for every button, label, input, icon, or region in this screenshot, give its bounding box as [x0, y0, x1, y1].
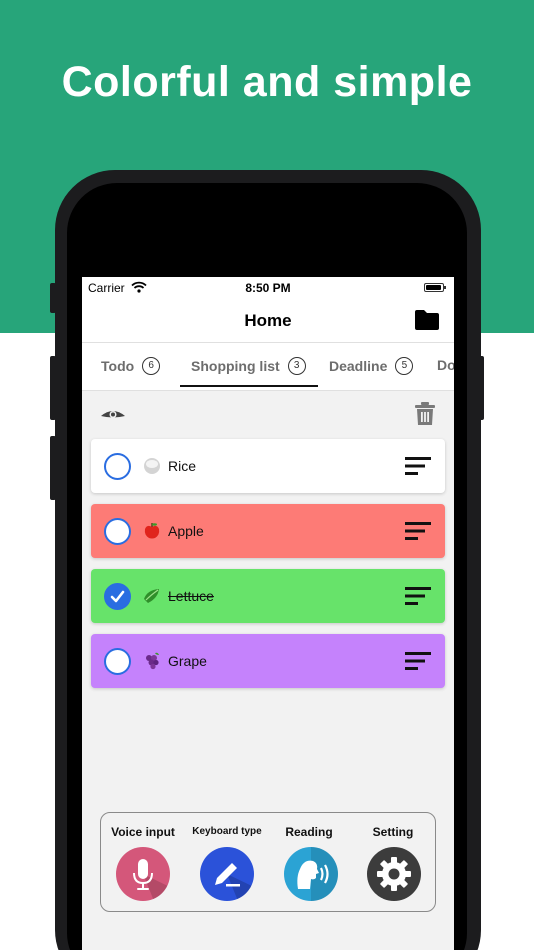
power-button [478, 356, 484, 420]
volume-down-button [50, 436, 56, 500]
reorder-icon[interactable] [405, 586, 431, 606]
tab-count-badge: 6 [142, 357, 161, 375]
speaking-head-icon [297, 847, 338, 901]
clock: 8:50 PM [245, 281, 291, 295]
navigation-bar: Home [82, 299, 454, 343]
volume-up-button [50, 356, 56, 420]
setting-label: Setting [372, 825, 414, 839]
setting-button[interactable] [367, 847, 421, 901]
list-item-apple[interactable]: Apple [91, 504, 445, 558]
list-item-grape[interactable]: Grape [91, 634, 445, 688]
checkbox[interactable] [104, 518, 131, 545]
tab-label: Do [437, 357, 454, 373]
battery-icon [424, 283, 446, 292]
page-title: Home [244, 311, 292, 330]
status-bar: Carrier 8:50 PM [82, 277, 454, 299]
voice-input-button[interactable] [116, 847, 170, 901]
trash-icon[interactable] [415, 402, 435, 426]
gear-icon [377, 857, 411, 891]
item-label: Apple [168, 523, 204, 539]
microphone-icon [133, 859, 170, 901]
pen-icon [215, 863, 254, 901]
checkmark-icon [110, 590, 125, 603]
tab-label: Todo [101, 358, 135, 374]
app-screen: Carrier 8:50 PM Home Todo 6 Shopping lis… [82, 277, 454, 950]
item-label: Rice [168, 458, 197, 474]
tab-todo[interactable]: Todo 6 [101, 357, 161, 375]
input-mode-panel: Voice input Keyboard type Reading Settin… [100, 812, 436, 912]
list-item-lettuce[interactable]: Lettuce [91, 569, 445, 623]
folder-icon[interactable] [414, 309, 440, 331]
item-label: Grape [168, 653, 207, 669]
tab-bar: Todo 6 Shopping list 3 Deadline 5 Do [82, 343, 454, 391]
lettuce-icon [144, 589, 159, 603]
tab-do[interactable]: Do [437, 357, 454, 373]
apple-icon [144, 523, 160, 539]
checkbox[interactable] [104, 648, 131, 675]
tab-label: Deadline [329, 358, 388, 374]
tab-label: Shopping list [191, 358, 280, 374]
voice-input-label: Voice input [111, 825, 175, 839]
tab-shopping-list[interactable]: Shopping list 3 [191, 357, 306, 375]
mute-switch [50, 283, 56, 313]
keyboard-type-label: Keyboard type [192, 826, 262, 837]
list-item-rice[interactable]: Rice [91, 439, 445, 493]
reorder-icon[interactable] [405, 456, 431, 476]
checkbox-checked[interactable] [104, 583, 131, 610]
reorder-icon[interactable] [405, 651, 431, 671]
reading-label: Reading [285, 825, 333, 839]
checkbox[interactable] [104, 453, 131, 480]
tab-count-badge: 5 [395, 357, 414, 375]
keyboard-type-button[interactable] [200, 847, 254, 901]
eye-icon[interactable] [100, 407, 126, 425]
promo-headline: Colorful and simple [61, 58, 473, 106]
tab-count-badge: 3 [287, 357, 306, 375]
rice-icon [144, 458, 160, 474]
reorder-icon[interactable] [405, 521, 431, 541]
item-label: Lettuce [168, 588, 214, 604]
tab-deadline[interactable]: Deadline 5 [329, 357, 414, 375]
active-tab-indicator [180, 385, 318, 387]
reading-button[interactable] [284, 847, 338, 901]
grape-icon [146, 652, 159, 670]
